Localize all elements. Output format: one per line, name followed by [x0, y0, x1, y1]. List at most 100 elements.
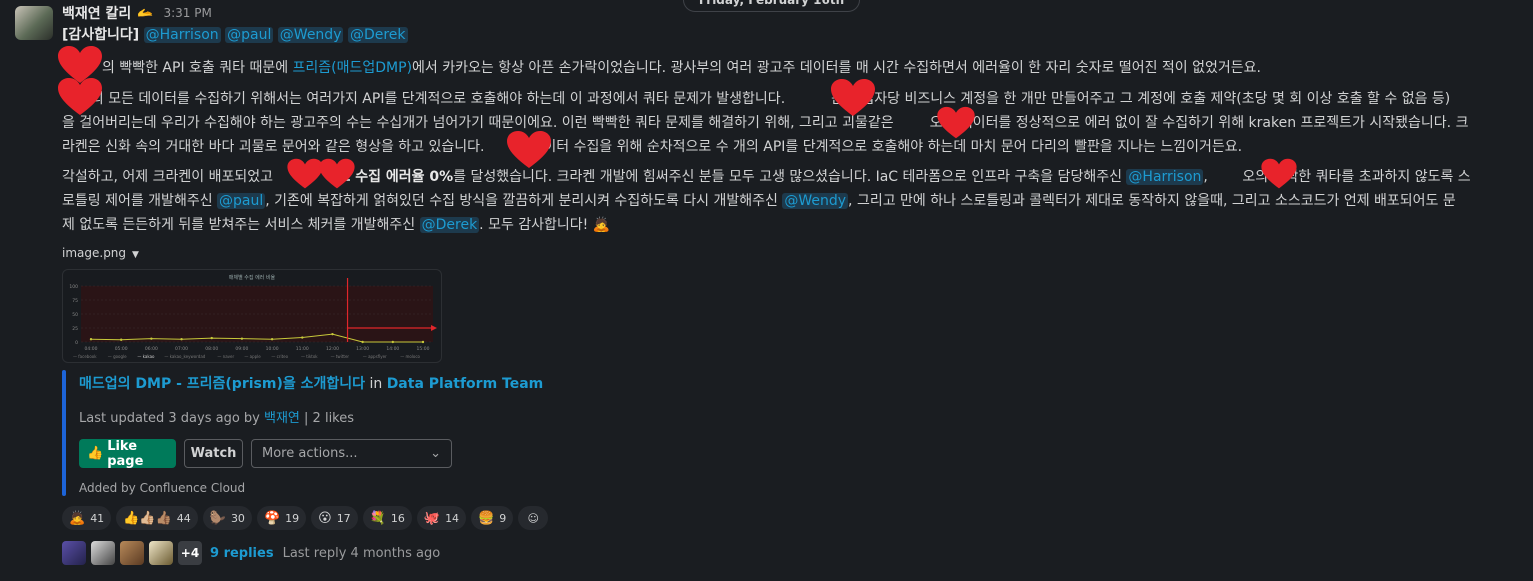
data-point	[331, 332, 334, 336]
mention-paul[interactable]: @paul	[225, 27, 274, 43]
x-tick-label: 07:00	[175, 346, 188, 352]
add-reaction-button[interactable]: ☺	[518, 506, 549, 530]
thread-summary[interactable]: +4 9 replies Last reply 4 months ago	[62, 541, 440, 565]
data-point	[240, 337, 244, 340]
chart-title: 매체별 수집 에러 비율	[229, 274, 276, 281]
message-header: 백재연 칼리 🫴 3:31 PM	[62, 3, 212, 23]
unfurl-space-link[interactable]: Data Platform Team	[387, 376, 544, 392]
bow-icon: 🙇	[69, 510, 86, 526]
reaction-thumbsup[interactable]: 👍👍🏼👍🏽 44	[116, 506, 198, 530]
p1-text-a: 의 빡빡한 API 호출 쿼타 때문에	[102, 60, 293, 76]
like-page-label: Like page	[107, 438, 144, 469]
reaction-burger[interactable]: 🍔 9	[471, 506, 514, 530]
y-tick-label: 50	[72, 312, 78, 318]
p3-f: , 기존에 복잡하게 얽혀있던 수집 방식을 깔끔하게 분리시켜 수집하도록 다…	[265, 193, 783, 209]
p2-line2a: 을 걸어버리는데 우리가 수집해야 하는 광고주의 수는 수십개가 넘어가기 때…	[62, 115, 894, 131]
reaction-bow[interactable]: 🙇 41	[62, 506, 112, 530]
data-point	[210, 336, 213, 340]
thanks-prefix: [감사합니다]	[62, 27, 140, 43]
data-point	[180, 338, 183, 341]
legend-item: — moloco	[400, 354, 420, 359]
p3-e: 로틀링 제어를 개발해주신	[62, 193, 218, 209]
p2-line2b: 오의 데이터를 정상적으로 에러 없이 잘 수집하기 위해 kraken 프로젝…	[929, 115, 1469, 131]
p3-i: . 모두 감사합니다!	[479, 217, 593, 233]
x-tick-label: 08:00	[205, 346, 218, 352]
like-page-button[interactable]: 👍 Like page	[79, 438, 176, 469]
mention-wendy[interactable]: @Wendy	[277, 27, 344, 43]
mention-wendy-inline[interactable]: @Wendy	[782, 193, 849, 209]
reaction-count: 16	[390, 511, 405, 525]
date-divider[interactable]: Friday, February 16th	[683, 0, 860, 12]
reaction-mushroom[interactable]: 🍄 19	[256, 506, 307, 530]
x-tick-label: 15:00	[417, 346, 430, 352]
heart-sticker-icon	[1260, 158, 1298, 190]
more-participants-badge[interactable]: +4	[178, 541, 202, 565]
reply-avatar[interactable]	[91, 541, 115, 565]
reaction-bouquet[interactable]: 💐 16	[362, 506, 412, 530]
unfurl-accent-bar	[62, 370, 66, 496]
reaction-count: 17	[336, 511, 351, 525]
prism-link[interactable]: 프리즘(매드업DMP)	[293, 60, 413, 76]
chevron-down-icon: ⌄	[430, 446, 441, 461]
reactions-bar: 🙇 41 👍👍🏼👍🏽 44 🦫 30 🍄 19 😮 17 💐 16 🐙 14 🍔 9 ☺	[62, 506, 549, 530]
thumbs-up-icon: 👍	[87, 446, 104, 461]
more-actions-select[interactable]: More actions... ⌄	[251, 439, 452, 468]
bow-emoji-icon: 🙇	[592, 217, 611, 233]
chart-image[interactable]: 매체별 수집 에러 비율 100 75 50 25 0 04:00 05:00 06:00 07:…	[62, 269, 442, 363]
timestamp[interactable]: 3:31 PM	[163, 6, 211, 20]
y-tick-label: 25	[72, 326, 78, 332]
reaction-wow[interactable]: 😮 17	[311, 506, 358, 530]
mushroom-icon: 🍄	[263, 510, 281, 526]
burger-icon: 🍔	[478, 510, 495, 526]
watch-button[interactable]: Watch	[184, 439, 243, 468]
reply-avatar[interactable]	[120, 541, 144, 565]
beaver-icon: 🦫	[209, 510, 226, 526]
mention-paul-inline[interactable]: @paul	[217, 193, 266, 209]
x-tick-label: 06:00	[145, 346, 158, 352]
sender-name[interactable]: 백재연 칼리	[62, 3, 131, 23]
x-tick-label: 11:00	[296, 346, 309, 352]
reply-avatar[interactable]	[62, 541, 86, 565]
y-tick-label: 75	[72, 298, 78, 304]
unfurl-title: 매드업의 DMP - 프리즘(prism)을 소개합니다 in Data Pla…	[79, 373, 543, 393]
data-point	[301, 336, 304, 339]
heart-sticker-icon	[830, 78, 876, 118]
reaction-count: 19	[285, 511, 300, 525]
p2-line3b: 데이터 수집을 위해 순차적으로 수 개의 API를 단계적으로 호출해야 하는…	[530, 139, 1243, 155]
unfurl-page-link[interactable]: 매드업의 DMP - 프리즘(prism)을 소개합니다	[79, 376, 365, 392]
legend-item: — facebook	[73, 354, 97, 359]
thanks-line: [감사합니다] @Harrison @paul @Wendy @Derek	[62, 23, 1524, 47]
p3-h: 제 없도록 든든하게 뒤를 받쳐주는 서비스 체커를 개발해주신	[62, 217, 420, 233]
reaction-count: 41	[90, 511, 105, 525]
reaction-count: 44	[176, 511, 191, 525]
data-point	[270, 338, 274, 341]
paragraph-2: 오의 모든 데이터를 수집하기 위해서는 여러가지 API를 단계적으로 호출해…	[62, 87, 1524, 159]
x-tick-label: 04:00	[85, 346, 98, 352]
meta-author-link[interactable]: 백재연	[264, 411, 300, 426]
mention-harrison[interactable]: @Harrison	[143, 27, 221, 43]
p3-g: , 그리고 만에 하나 스로틀링과 콜렉터가 제대로 동작하지 않을때, 그리고…	[848, 193, 1456, 209]
file-name[interactable]: image.png ▼	[62, 246, 139, 260]
y-tick-label: 100	[69, 284, 78, 290]
file-name-text: image.png	[62, 246, 127, 260]
reply-avatar[interactable]	[149, 541, 173, 565]
reaction-beaver[interactable]: 🦫 30	[202, 506, 252, 530]
unfurl-in-word: in	[365, 376, 387, 392]
last-reply-text: Last reply 4 months ago	[282, 545, 441, 561]
p3-a: 각설하고, 어제 크라켄이 배포되었고	[62, 169, 278, 185]
p3-b: 를 달성했습니다. 크라켄 개발에 힘써주신 분들 모두 고생 많으셨습니다. …	[453, 169, 1127, 185]
data-point	[421, 340, 425, 344]
data-point	[119, 338, 123, 341]
legend-item: — apple	[244, 354, 261, 359]
chevron-down-icon[interactable]: ▼	[132, 250, 139, 260]
replies-link[interactable]: 9 replies	[210, 546, 274, 561]
legend-item: — google	[108, 354, 127, 359]
paragraph-1: 의 빡빡한 API 호출 쿼타 때문에 프리즘(매드업DMP)에서 카카오는 항…	[62, 56, 1522, 80]
legend-item: — tiktok	[301, 354, 318, 359]
mention-derek-inline[interactable]: @Derek	[419, 217, 480, 233]
reaction-octopus[interactable]: 🐙 14	[416, 506, 467, 530]
mention-derek[interactable]: @Derek	[347, 27, 408, 43]
reaction-count: 30	[230, 511, 245, 525]
avatar[interactable]	[15, 6, 53, 40]
mention-harrison-inline[interactable]: @Harrison	[1126, 169, 1204, 185]
